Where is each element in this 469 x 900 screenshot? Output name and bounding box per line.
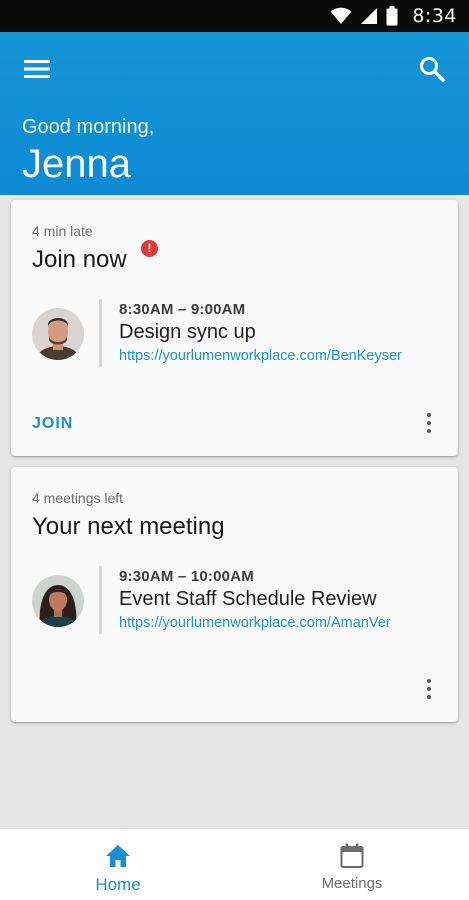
avatar (32, 308, 84, 360)
meeting-link[interactable]: https://yourlumenworkplace.com/BenKeyser (119, 348, 402, 364)
meeting-divider (99, 566, 102, 634)
meeting-time: 9:30AM – 10:00AM (119, 568, 254, 585)
meeting-link[interactable]: https://yourlumenworkplace.com/AmanVer (119, 615, 391, 631)
nav-meetings-label: Meetings (321, 875, 383, 892)
card-heading: Your next meeting (32, 513, 225, 540)
avatar (32, 575, 84, 627)
search-icon[interactable] (417, 54, 447, 84)
nav-meetings[interactable]: Meetings (272, 829, 432, 900)
nav-home-label: Home (95, 875, 141, 894)
next-meeting-card: 4 meetings left Your next meeting 9:30AM… (11, 467, 458, 722)
signal-icon (360, 7, 378, 25)
join-now-card: 4 min late Join now ! 8:30AM – 9:00AM De… (11, 200, 458, 456)
join-button[interactable]: JOIN (28, 411, 77, 437)
late-status: 4 min late (32, 223, 93, 239)
wifi-icon (330, 7, 352, 25)
greeting-text: Good morning, (22, 116, 155, 138)
meetings-left: 4 meetings left (32, 490, 124, 506)
home-icon (104, 843, 132, 869)
bottom-nav: Home Meetings (0, 828, 469, 900)
meeting-divider (99, 299, 102, 367)
meeting-title: Design sync up (119, 321, 256, 343)
card-heading: Join now (32, 246, 127, 273)
calendar-icon (338, 843, 366, 869)
more-options-icon[interactable] (423, 677, 435, 701)
battery-icon (386, 6, 398, 26)
alert-icon: ! (141, 240, 158, 257)
user-name: Jenna (22, 142, 131, 186)
menu-icon[interactable] (22, 56, 52, 82)
nav-home[interactable]: Home (38, 829, 198, 900)
meeting-time: 8:30AM – 9:00AM (119, 301, 246, 318)
status-bar: 8:34 (0, 0, 469, 32)
app-header: Good morning, Jenna (0, 32, 469, 195)
status-time: 8:34 (412, 5, 457, 27)
more-options-icon[interactable] (423, 411, 435, 435)
meeting-title: Event Staff Schedule Review (119, 588, 377, 610)
